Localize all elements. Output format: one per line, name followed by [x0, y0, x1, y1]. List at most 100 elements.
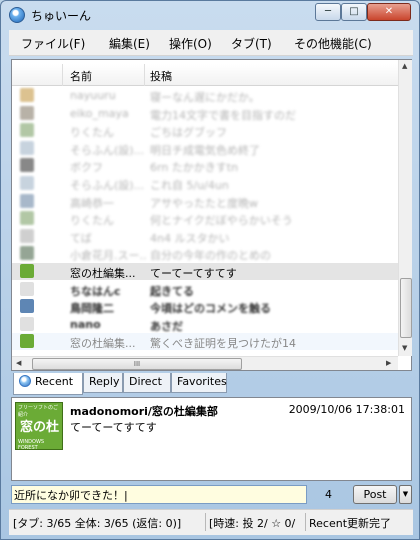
- avatar-caption-bottom: WINDOWS FOREST: [18, 439, 45, 451]
- row-name: ちなはんc: [70, 284, 121, 298]
- row-name: 窓の杜編集...: [70, 267, 136, 280]
- column-header-post[interactable]: 投稿: [150, 68, 172, 84]
- avatar-icon: [20, 176, 34, 190]
- timeline-row[interactable]: 窓の杜編集... てーてーてすてす: [12, 263, 398, 280]
- row-post: 電力14文字で書を目指すのだ: [150, 108, 296, 122]
- menu-file[interactable]: ファイル(F): [21, 35, 85, 52]
- timeline-row[interactable]: りくたん ごちはグブッフ: [12, 122, 398, 139]
- avatar-icon: [20, 88, 34, 102]
- scroll-left-arrow[interactable]: ◀: [16, 359, 21, 367]
- post-options-dropdown[interactable]: ▼: [399, 485, 412, 504]
- timeline-row[interactable]: てば 4n4 ルスタかい: [12, 228, 398, 245]
- vertical-scroll-thumb[interactable]: [400, 278, 412, 338]
- row-post: ごちはグブッフ: [150, 126, 227, 140]
- detail-text: てーてーてすてす: [70, 421, 157, 434]
- header-divider[interactable]: [144, 64, 145, 86]
- row-post: これ自 5/u/4un: [150, 179, 229, 192]
- vertical-scrollbar[interactable]: ▲ ▼: [398, 60, 412, 356]
- avatar-icon: [20, 158, 34, 173]
- avatar-icon: [20, 264, 34, 278]
- timeline-row[interactable]: ちなはんc 起きてる: [12, 281, 398, 298]
- timeline-list[interactable]: 名前 投稿 nayuuru 寝ーなん遅にかだか。 eiko_maya 電力14文字で書…: [11, 59, 412, 371]
- scroll-right-arrow[interactable]: ▶: [386, 359, 391, 367]
- tab-favorites[interactable]: Favorites: [171, 373, 227, 393]
- avatar-icon: [20, 193, 34, 208]
- timeline-row[interactable]: nayuuru 寝ーなん遅にかだか。: [12, 87, 398, 104]
- row-post: アサやったたと度晩w: [150, 196, 258, 210]
- status-message: Recent更新完了: [309, 517, 392, 530]
- status-speed: [時速: 投 2/ ☆ 0/: [209, 517, 296, 530]
- horizontal-scroll-thumb[interactable]: III: [32, 358, 242, 370]
- timeline-row[interactable]: nano あさだ: [12, 316, 398, 333]
- timeline-row[interactable]: 小倉花月.スー... 自分の今年の作のとめの: [12, 245, 398, 262]
- tab-reply-label: Reply: [89, 375, 120, 388]
- menu-operation[interactable]: 操作(O): [169, 35, 212, 52]
- row-name: そらふん(設)...: [70, 179, 145, 192]
- timeline-row[interactable]: 高崎恭一 アサやったたと度晩w: [12, 193, 398, 210]
- post-detail-panel: フリーソフトのご紹介 窓の杜 WINDOWS FOREST madonomori…: [11, 397, 412, 481]
- app-icon: [9, 7, 25, 23]
- row-name: りくたん: [70, 126, 114, 140]
- horizontal-scrollbar[interactable]: ◀ III ▶: [12, 356, 398, 370]
- close-button[interactable]: ✕: [367, 3, 411, 21]
- detail-user-name[interactable]: madonomori/窓の杜編集部: [70, 403, 218, 419]
- timeline-row[interactable]: そらふん(設)... 明日チ成電気色め終了: [12, 140, 398, 157]
- window-title: ちゅいーん: [31, 9, 92, 23]
- avatar-icon: [20, 123, 34, 138]
- row-post: 寝ーなん遅にかだか。: [150, 91, 260, 104]
- avatar[interactable]: フリーソフトのご紹介 窓の杜 WINDOWS FOREST: [15, 402, 63, 451]
- tab-recent[interactable]: Recent: [13, 373, 83, 395]
- avatar-icon: [20, 316, 34, 331]
- row-name: 鳥岡隆二: [70, 302, 114, 316]
- avatar-logo-text: 窓の杜: [20, 420, 60, 435]
- avatar-icon: [20, 228, 34, 243]
- timeline-row[interactable]: ボクフ 6rn たかかきすtn: [12, 157, 398, 174]
- row-name: 小倉花月.スー...: [70, 249, 146, 263]
- remaining-count: 4: [325, 488, 332, 501]
- tab-direct-label: Direct: [129, 375, 162, 388]
- row-name: 窓の杜編集...: [70, 337, 136, 351]
- post-input[interactable]: [11, 485, 307, 504]
- timeline-row[interactable]: りくたん 何とナイクだぼやらかいそう: [12, 210, 398, 227]
- timeline-row[interactable]: 鳥岡隆二 今頃はどのコメンを触る: [12, 298, 398, 315]
- menu-other[interactable]: その他機能(C): [294, 35, 372, 52]
- detail-timestamp: 2009/10/06 17:38:01: [288, 403, 405, 416]
- minimize-button[interactable]: ─: [315, 3, 341, 21]
- scroll-up-arrow[interactable]: ▲: [402, 62, 407, 70]
- header-divider[interactable]: [62, 64, 63, 86]
- timeline-row[interactable]: eiko_maya 電力14文字で書を目指すのだ: [12, 105, 398, 122]
- maximize-button[interactable]: □: [341, 3, 367, 21]
- list-header: 名前 投稿: [12, 64, 398, 86]
- row-post: あさだ: [150, 319, 183, 333]
- timeline-row[interactable]: 窓の杜編集... 驚くべき証明を見つけたが14: [12, 333, 398, 351]
- scroll-down-arrow[interactable]: ▼: [402, 344, 407, 352]
- recent-tab-icon: [19, 375, 31, 387]
- row-name: りくたん: [70, 214, 114, 228]
- status-tab-info: [タブ: 3/65 全体: 3/65 (返信: 0)]: [13, 517, 182, 530]
- tab-reply[interactable]: Reply: [83, 373, 123, 393]
- avatar-icon: [20, 140, 34, 155]
- composer: 4 Post ▼: [11, 485, 412, 505]
- tab-favorites-label: Favorites: [177, 375, 227, 388]
- row-post: 今頃はどのコメンを触る: [150, 302, 271, 316]
- row-post: 自分の今年の作のとめの: [150, 249, 271, 263]
- status-divider: [205, 513, 206, 531]
- row-post: てーてーてすてす: [150, 267, 237, 280]
- row-name: 高崎恭一: [70, 196, 114, 210]
- status-bar: [タブ: 3/65 全体: 3/65 (返信: 0)] [時速: 投 2/ ☆ …: [9, 509, 413, 535]
- menu-edit[interactable]: 編集(E): [109, 35, 150, 52]
- row-post: 何とナイクだぼやらかいそう: [150, 214, 293, 228]
- avatar-icon: [20, 299, 34, 314]
- title-bar[interactable]: ちゅいーん ─ □ ✕: [1, 1, 419, 29]
- menu-tab[interactable]: タブ(T): [231, 35, 272, 52]
- post-button[interactable]: Post: [353, 485, 397, 504]
- row-name: eiko_maya: [70, 106, 129, 120]
- row-name: nano: [70, 317, 101, 331]
- avatar-icon: [20, 211, 34, 226]
- column-header-name[interactable]: 名前: [70, 68, 92, 84]
- menu-bar: ファイル(F) 編集(E) 操作(O) タブ(T) その他機能(C): [9, 30, 413, 56]
- row-post: 4n4 ルスタかい: [150, 231, 230, 245]
- timeline-row[interactable]: そらふん(設)... これ自 5/u/4un: [12, 175, 398, 192]
- tab-direct[interactable]: Direct: [123, 373, 171, 393]
- tab-recent-label: Recent: [35, 375, 74, 388]
